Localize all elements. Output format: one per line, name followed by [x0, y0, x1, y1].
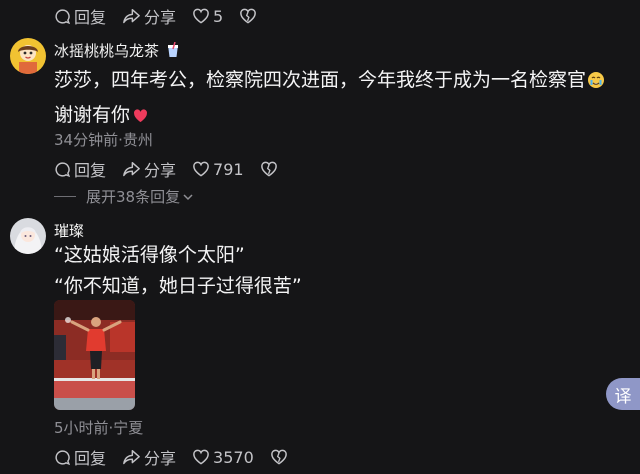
reply-button[interactable]: 回复 — [54, 157, 106, 181]
like-count: 3570 — [213, 447, 254, 467]
crying-emoji-icon — [587, 69, 605, 97]
translate-button[interactable]: 译 — [606, 378, 640, 410]
like-button[interactable]: 5 — [192, 7, 223, 26]
reply-label: 回复 — [74, 8, 107, 27]
avatar[interactable] — [10, 38, 46, 74]
heart-icon — [193, 449, 209, 465]
expand-replies-label: 展开38条回复 — [86, 188, 181, 206]
dislike-button[interactable] — [239, 8, 260, 24]
comment-meta: 5小时前·宁夏 — [54, 419, 144, 437]
share-button[interactable]: 分享 — [122, 445, 176, 469]
comment-icon — [55, 161, 71, 177]
comment-text: 莎莎，四年考公，检察院四次进面，今年我终于成为一名检察官 谢谢有你 — [54, 66, 605, 131]
comment-meta: 34分钟前·贵州 — [54, 131, 153, 149]
broken-heart-icon — [240, 8, 257, 24]
share-label: 分享 — [144, 161, 177, 180]
heart-icon — [193, 8, 209, 24]
like-button[interactable]: 3570 — [192, 448, 254, 467]
dislike-button[interactable] — [270, 449, 291, 465]
reply-button[interactable]: 回复 — [54, 445, 106, 469]
comment-line: “你不知道，她日子过得很苦” — [54, 275, 302, 297]
like-count: 791 — [213, 159, 244, 179]
share-label: 分享 — [144, 449, 177, 468]
username[interactable]: 冰摇桃桃乌龙茶 — [54, 40, 180, 62]
chevron-down-icon — [183, 193, 193, 200]
share-icon — [123, 161, 140, 176]
comment-text: “这姑娘活得像个太阳” “你不知道，她日子过得很苦” — [54, 241, 302, 300]
share-button[interactable]: 分享 — [122, 4, 176, 28]
comment-line: 谢谢有你 — [54, 101, 605, 131]
divider — [54, 196, 76, 197]
comment-line: “这姑娘活得像个太阳” — [54, 244, 245, 266]
share-button[interactable]: 分享 — [122, 157, 176, 181]
like-count: 5 — [213, 6, 224, 26]
avatar[interactable] — [10, 218, 46, 254]
comment-image[interactable] — [54, 300, 135, 410]
broken-heart-icon — [260, 161, 277, 177]
red-heart-icon — [133, 103, 148, 131]
comment-line: 莎莎，四年考公，检察院四次进面，今年我终于成为一名检察官 — [54, 66, 605, 97]
share-icon — [123, 8, 140, 23]
avatar-image — [10, 218, 46, 254]
comment-action-row: 回复 分享 3570 — [54, 445, 291, 469]
like-button[interactable]: 791 — [192, 160, 244, 179]
broken-heart-icon — [270, 449, 287, 465]
comment-icon — [55, 449, 71, 465]
expand-replies-button[interactable]: 展开38条回复 — [54, 186, 194, 207]
reply-button[interactable]: 回复 — [54, 4, 106, 28]
reply-label: 回复 — [74, 449, 107, 468]
share-icon — [123, 449, 140, 464]
translate-label: 译 — [614, 386, 632, 407]
username[interactable]: 璀璨 — [54, 220, 84, 241]
comment-icon — [55, 8, 71, 24]
dislike-button[interactable] — [260, 161, 281, 177]
reply-label: 回复 — [74, 161, 107, 180]
avatar-image — [10, 38, 46, 74]
comment-action-row: 回复 分享 791 — [54, 157, 281, 181]
table-tennis-photo — [54, 300, 135, 410]
top-action-row: 回复 分享 5 — [54, 4, 260, 28]
heart-icon — [193, 161, 209, 177]
cup-icon — [166, 41, 180, 62]
share-label: 分享 — [144, 8, 177, 27]
